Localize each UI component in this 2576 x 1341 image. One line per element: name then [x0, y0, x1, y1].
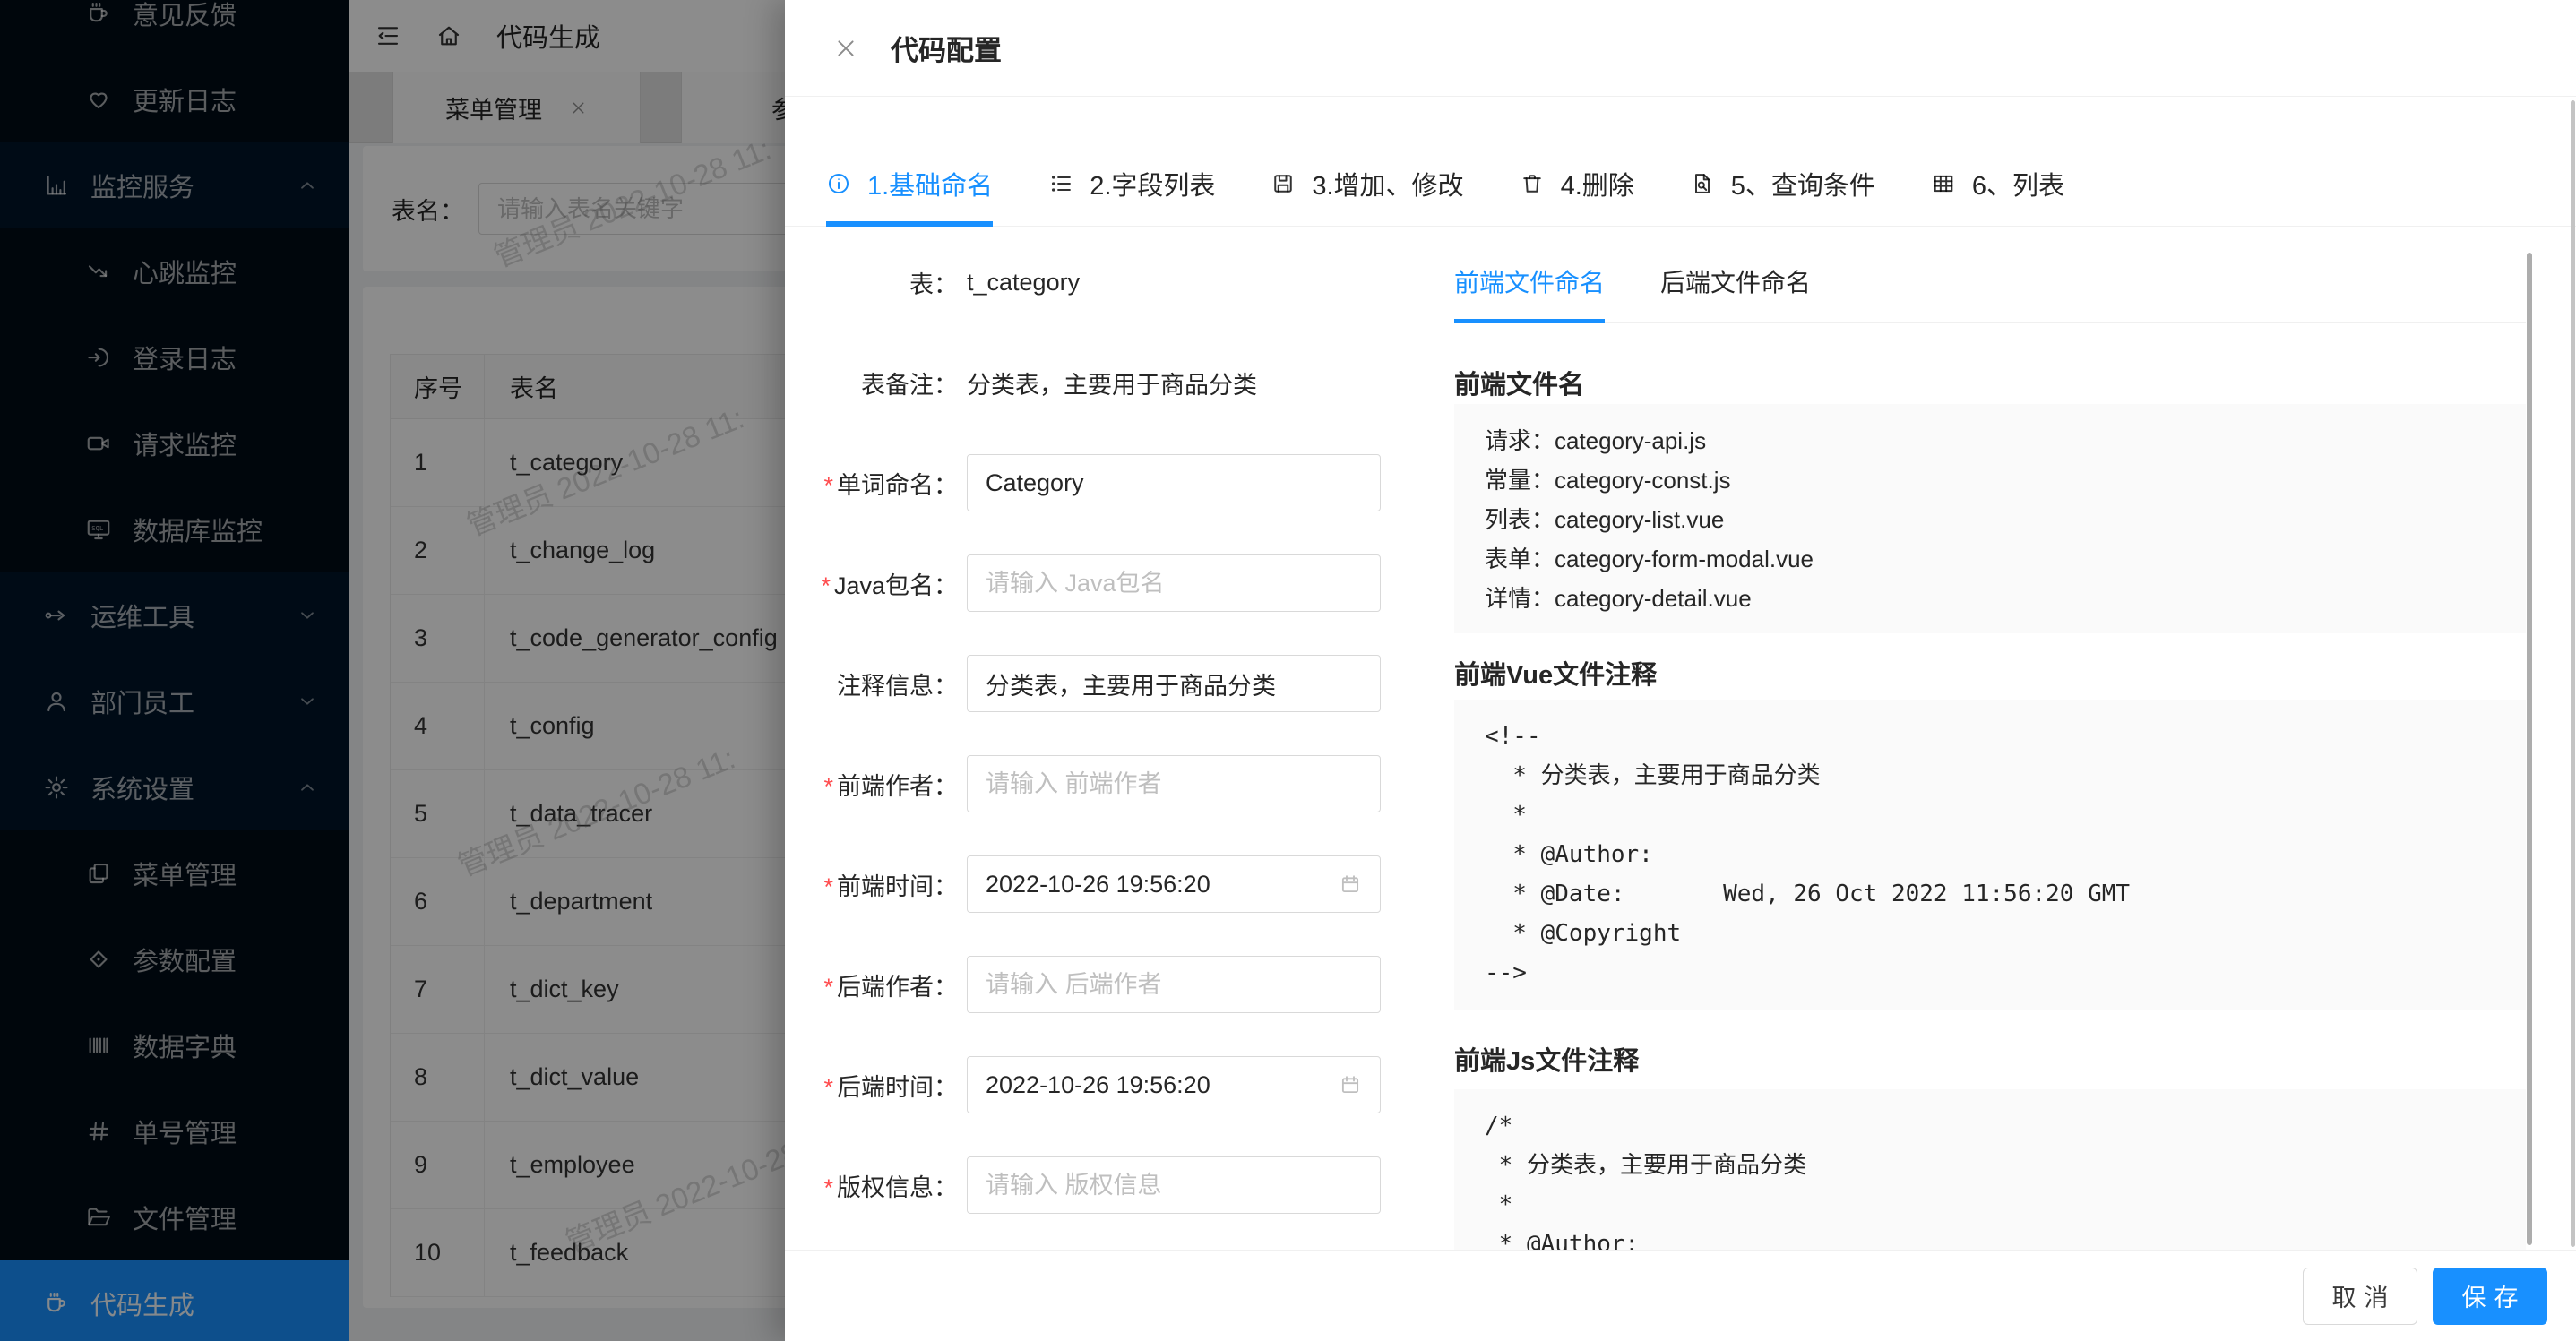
- file-search-icon: [1690, 171, 1715, 196]
- backend-time-date-picker[interactable]: [967, 1056, 1381, 1113]
- required-mark: *: [823, 773, 833, 800]
- backend-author-input[interactable]: [967, 956, 1381, 1013]
- step-tab-label: 1.基础命名: [867, 165, 993, 202]
- form-row-frontend-author: *前端作者：: [785, 734, 1426, 834]
- step-tab-label: 3.增加、修改: [1312, 165, 1463, 202]
- step-tab-label: 2.字段列表: [1090, 165, 1215, 202]
- frontend-time-field[interactable]: [986, 871, 1331, 898]
- form-label: *Java包名：: [785, 566, 958, 601]
- form-row-copyright: *版权信息：: [785, 1135, 1426, 1235]
- drawer-header: 代码配置: [785, 0, 2576, 97]
- file-name-line: 表单：category-form-modal.vue: [1485, 539, 2495, 579]
- required-mark: *: [823, 1174, 833, 1201]
- section-box-frontend-js-comment: /* * 分类表，主要用于商品分类 * * @Author:: [1454, 1089, 2526, 1250]
- drawer-step-tabs: 1.基础命名 2.字段列表 3.增加、修改 4.删除 5、查询条件 6、列表: [785, 97, 2576, 227]
- form-label: *版权信息：: [785, 1168, 958, 1203]
- frontend-time-date-picker[interactable]: [967, 855, 1381, 913]
- file-naming-tabs: 前端文件命名后端文件命名: [1454, 228, 2526, 323]
- drawer-inner-scrollbar[interactable]: [2527, 253, 2532, 1245]
- code-config-drawer: 代码配置 1.基础命名 2.字段列表 3.增加、修改 4.删除 5、查询条件 6、列表 表…: [785, 0, 2576, 1341]
- step-tab-label: 6、列表: [1972, 165, 2064, 202]
- form-row-word-name: *单词命名：: [785, 433, 1426, 533]
- frontend-author-input[interactable]: [967, 755, 1381, 812]
- info-circle-icon: [826, 171, 851, 196]
- close-icon[interactable]: [833, 36, 858, 61]
- drawer-footer: 取消 保存: [785, 1250, 2576, 1341]
- section-title-frontend-file-names: 前端文件名: [1454, 364, 1584, 401]
- frontend-author-field[interactable]: [986, 770, 1362, 798]
- form-label: *单词命名：: [785, 466, 958, 501]
- step-tab-label: 5、查询条件: [1731, 165, 1875, 202]
- drawer-title: 代码配置: [891, 28, 1002, 68]
- table-name-value: t_category: [967, 269, 1080, 297]
- form-row-frontend-time: *前端时间：: [785, 834, 1426, 934]
- calendar-icon: [1339, 1073, 1362, 1096]
- form-row-backend-time: *后端时间：: [785, 1035, 1426, 1135]
- file-name-line: 请求：category-api.js: [1485, 421, 2495, 460]
- comment-info-input[interactable]: [967, 655, 1381, 712]
- calendar-icon: [1339, 873, 1362, 896]
- section-box-frontend-vue-comment: <!-- * 分类表，主要用于商品分类 * * @Author: * @Date…: [1454, 700, 2526, 1010]
- required-mark: *: [823, 873, 833, 900]
- backend-author-field[interactable]: [986, 971, 1362, 999]
- panel-tab-backend-file-naming[interactable]: 后端文件命名: [1660, 240, 1811, 322]
- section-title-frontend-vue-comment: 前端Vue文件注释: [1454, 654, 1657, 692]
- file-name-line: 常量：category-const.js: [1485, 460, 2495, 500]
- naming-form: 表： t_category 表备注： 分类表，主要用于商品分类 *单词命名： *Java包…: [785, 232, 1426, 1235]
- step-tab-list-view[interactable]: 6、列表: [1931, 97, 2064, 226]
- backend-time-field[interactable]: [986, 1071, 1331, 1099]
- table-icon: [1931, 171, 1956, 196]
- file-name-line: 列表：category-list.vue: [1485, 500, 2495, 539]
- required-mark: *: [821, 572, 831, 599]
- required-mark: *: [823, 974, 833, 1001]
- java-package-field[interactable]: [986, 570, 1362, 597]
- step-tab-field-list[interactable]: 2.字段列表: [1048, 97, 1215, 226]
- form-label: 注释信息：: [785, 666, 958, 701]
- form-label: *前端时间：: [785, 867, 958, 902]
- comment-info-field[interactable]: [986, 670, 1362, 698]
- step-tab-delete[interactable]: 4.删除: [1520, 97, 1634, 226]
- form-label: 表：: [785, 265, 958, 300]
- file-naming-panel: 前端文件命名后端文件命名 前端文件名请求：category-api.js常量：c…: [1454, 228, 2526, 1250]
- cancel-button[interactable]: 取消: [2303, 1268, 2417, 1325]
- file-name-line: 详情：category-detail.vue: [1485, 579, 2495, 618]
- form-row-java-package: *Java包名：: [785, 533, 1426, 633]
- save-icon: [1271, 171, 1296, 196]
- word-name-input[interactable]: [967, 454, 1381, 511]
- step-tab-label: 4.删除: [1561, 165, 1634, 202]
- form-row-table-name: 表： t_category: [785, 232, 1426, 332]
- form-label: *前端作者：: [785, 767, 958, 802]
- copyright-field[interactable]: [986, 1172, 1362, 1199]
- form-label: *后端时间：: [785, 1068, 958, 1103]
- save-button[interactable]: 保存: [2433, 1268, 2547, 1325]
- panel-tab-frontend-file-naming[interactable]: 前端文件命名: [1454, 240, 1605, 322]
- section-box-frontend-file-names: 请求：category-api.js常量：category-const.js列表…: [1454, 404, 2526, 633]
- form-row-table-comment: 表备注： 分类表，主要用于商品分类: [785, 332, 1426, 433]
- required-mark: *: [823, 1074, 833, 1101]
- drawer-body: 表： t_category 表备注： 分类表，主要用于商品分类 *单词命名： *Java包…: [785, 228, 2576, 1250]
- form-row-comment-info: 注释信息：: [785, 633, 1426, 734]
- required-mark: *: [823, 472, 833, 499]
- step-tab-basic-naming[interactable]: 1.基础命名: [826, 97, 993, 226]
- step-tab-add-edit[interactable]: 3.增加、修改: [1271, 97, 1463, 226]
- java-package-input[interactable]: [967, 554, 1381, 612]
- section-title-frontend-js-comment: 前端Js文件注释: [1454, 1040, 1639, 1078]
- trash-icon: [1520, 171, 1545, 196]
- form-row-backend-author: *后端作者：: [785, 934, 1426, 1035]
- drawer-mask[interactable]: [0, 0, 785, 1341]
- form-label: 表备注：: [785, 365, 958, 400]
- table-comment-value: 分类表，主要用于商品分类: [967, 365, 1257, 400]
- step-tab-query-condition[interactable]: 5、查询条件: [1690, 97, 1875, 226]
- copyright-input[interactable]: [967, 1156, 1381, 1214]
- word-name-field[interactable]: [986, 469, 1362, 497]
- drawer-outer-scrollbar[interactable]: [2571, 100, 2575, 1247]
- screen: 意见反馈更新日志监控服务心跳监控登录日志请求监控SQL数据库监控运维工具部门员工…: [0, 0, 2576, 1341]
- form-label: *后端作者：: [785, 967, 958, 1002]
- list-icon: [1048, 171, 1073, 196]
